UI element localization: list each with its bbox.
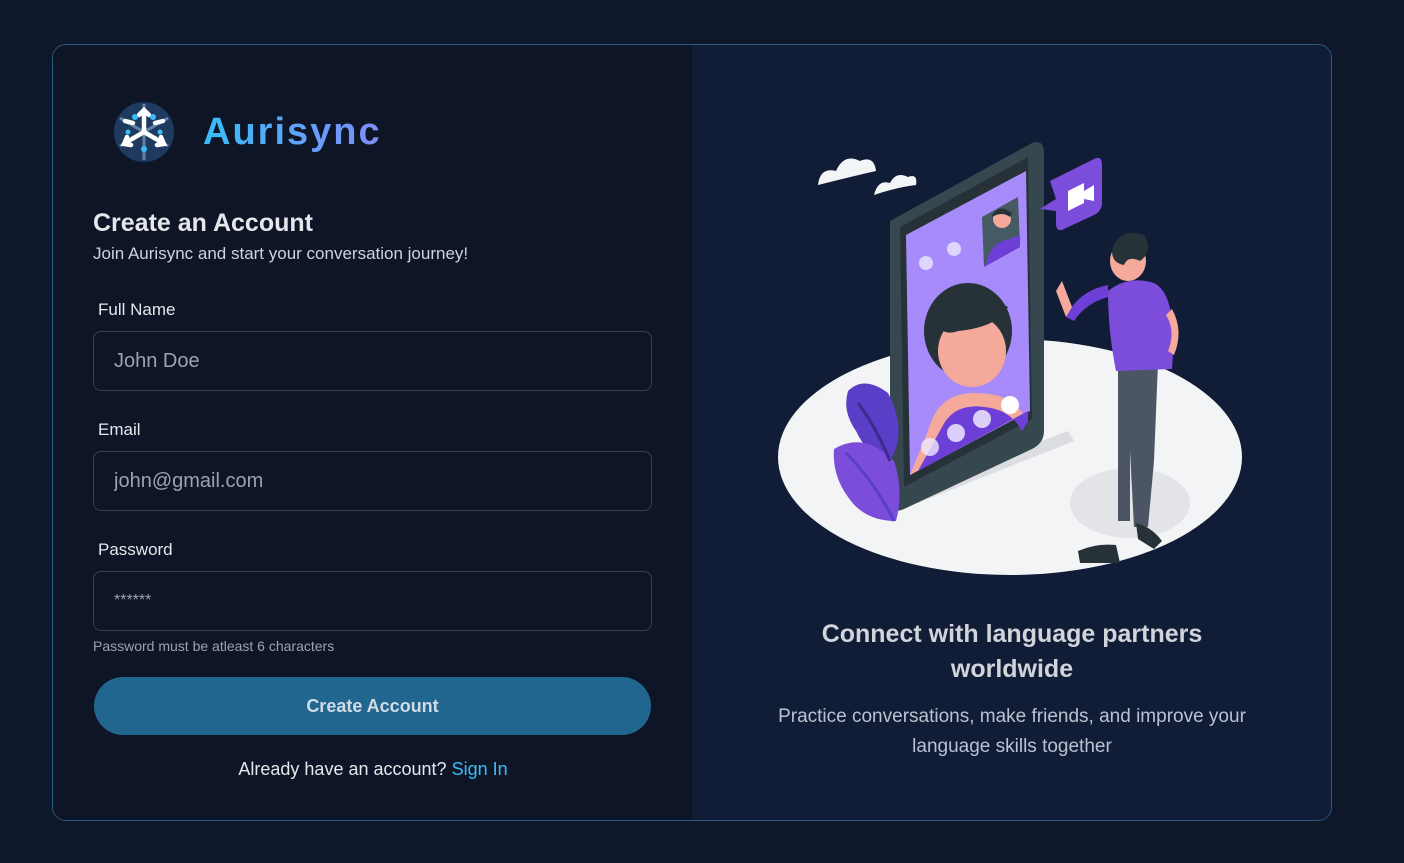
form-title: Create an Account [93,209,313,237]
snowflake-network-icon [114,102,174,162]
create-account-button[interactable]: Create Account [94,677,651,735]
email-input[interactable] [93,451,652,511]
brand-header: Aurisync [111,99,382,165]
signup-card: Aurisync Create an Account Join Aurisync… [52,44,1332,821]
full-name-input[interactable] [93,331,652,391]
form-subtitle: Join Aurisync and start your conversatio… [93,244,469,263]
signin-link[interactable]: Sign In [452,759,508,779]
video-call-illustration [778,142,1242,575]
promo-text: Practice conversations, make friends, an… [778,706,1246,757]
password-input[interactable] [93,571,652,631]
promo-panel: Connect with language partners worldwide… [692,45,1331,820]
email-label: Email [98,420,141,439]
promo-title: Connect with language partners worldwide [821,620,1203,683]
full-name-label: Full Name [98,300,176,319]
signin-prompt: Already have an account? [238,759,447,779]
password-hint: Password must be atleast 6 characters [93,638,335,654]
signup-panel: Aurisync Create an Account Join Aurisync… [53,45,692,820]
brand-name: Aurisync [203,110,382,153]
signin-row: Already have an account? Sign In [53,759,693,780]
password-label: Password [98,540,173,559]
